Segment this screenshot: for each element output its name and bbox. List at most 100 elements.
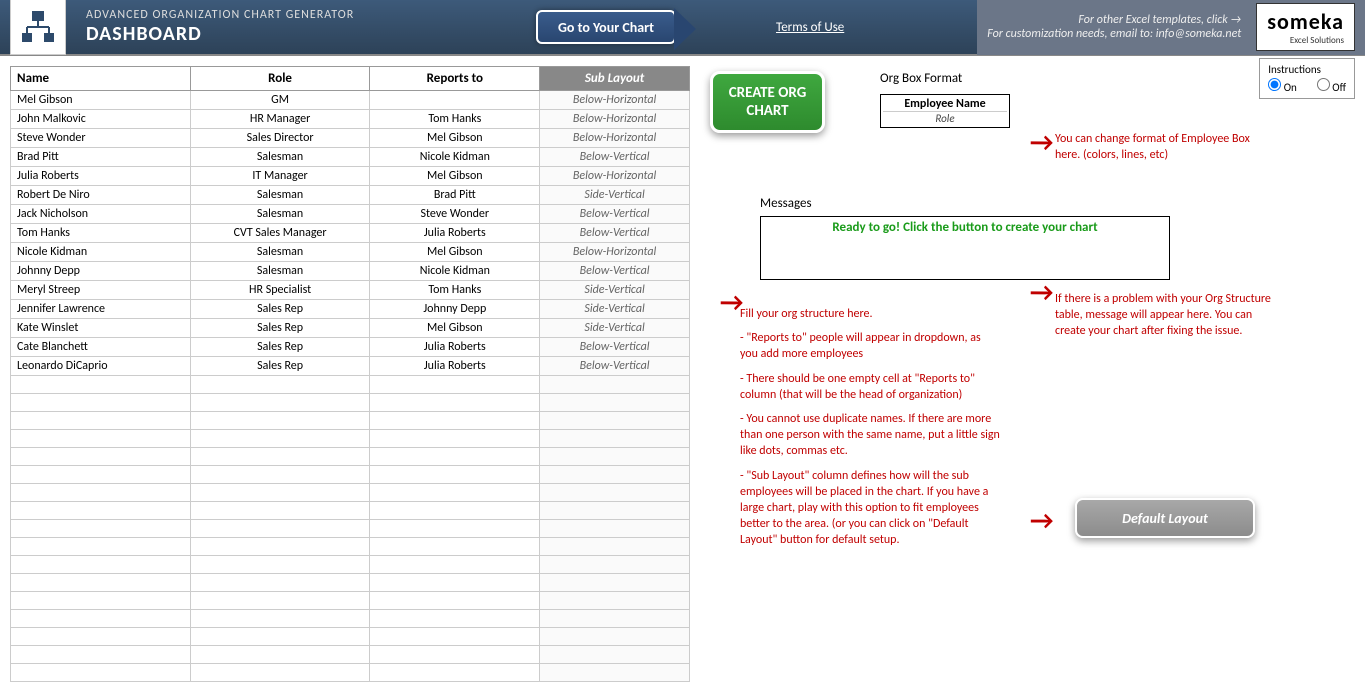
cell-empty[interactable]: [190, 376, 370, 394]
cell-name[interactable]: Tom Hanks: [11, 224, 191, 243]
cell-empty[interactable]: [540, 412, 690, 430]
cell-empty[interactable]: [370, 664, 540, 682]
cell-role[interactable]: Sales Rep: [190, 357, 370, 376]
cell-empty[interactable]: [540, 628, 690, 646]
cell-reports[interactable]: Julia Roberts: [370, 224, 540, 243]
cell-role[interactable]: Sales Director: [190, 129, 370, 148]
table-row-empty[interactable]: [11, 376, 690, 394]
cell-role[interactable]: Salesman: [190, 148, 370, 167]
cell-empty[interactable]: [540, 556, 690, 574]
cell-reports[interactable]: Julia Roberts: [370, 357, 540, 376]
cell-empty[interactable]: [370, 394, 540, 412]
create-org-chart-button[interactable]: CREATE ORG CHART: [710, 71, 825, 133]
cell-empty[interactable]: [540, 466, 690, 484]
table-row[interactable]: Kate WinsletSales RepMel GibsonSide-Vert…: [11, 319, 690, 338]
cell-empty[interactable]: [11, 448, 191, 466]
cell-sublayout[interactable]: Side-Vertical: [540, 300, 690, 319]
cell-empty[interactable]: [540, 664, 690, 682]
cell-empty[interactable]: [11, 610, 191, 628]
cell-empty[interactable]: [11, 556, 191, 574]
table-row-empty[interactable]: [11, 538, 690, 556]
table-row-empty[interactable]: [11, 502, 690, 520]
cell-name[interactable]: Cate Blanchett: [11, 338, 191, 357]
cell-empty[interactable]: [11, 628, 191, 646]
cell-empty[interactable]: [370, 538, 540, 556]
cell-empty[interactable]: [190, 502, 370, 520]
cell-empty[interactable]: [11, 574, 191, 592]
cell-empty[interactable]: [540, 484, 690, 502]
cell-name[interactable]: Julia Roberts: [11, 167, 191, 186]
cell-sublayout[interactable]: Side-Vertical: [540, 319, 690, 338]
cell-reports[interactable]: Nicole Kidman: [370, 148, 540, 167]
cell-empty[interactable]: [370, 556, 540, 574]
table-row[interactable]: Johnny DeppSalesmanNicole KidmanBelow-Ve…: [11, 262, 690, 281]
table-row[interactable]: Cate BlanchettSales RepJulia RobertsBelo…: [11, 338, 690, 357]
org-table[interactable]: Name Role Reports to Sub Layout Mel Gibs…: [10, 66, 690, 682]
cell-empty[interactable]: [190, 448, 370, 466]
table-row-empty[interactable]: [11, 412, 690, 430]
terms-link[interactable]: Terms of Use: [776, 20, 844, 35]
cell-empty[interactable]: [190, 664, 370, 682]
table-row[interactable]: Brad PittSalesmanNicole KidmanBelow-Vert…: [11, 148, 690, 167]
cell-empty[interactable]: [11, 466, 191, 484]
table-row-empty[interactable]: [11, 610, 690, 628]
cell-empty[interactable]: [370, 502, 540, 520]
cell-empty[interactable]: [540, 502, 690, 520]
table-row-empty[interactable]: [11, 628, 690, 646]
cell-sublayout[interactable]: Below-Horizontal: [540, 129, 690, 148]
radio-off[interactable]: [1317, 78, 1330, 91]
cell-sublayout[interactable]: Below-Vertical: [540, 224, 690, 243]
cell-empty[interactable]: [11, 412, 191, 430]
cell-empty[interactable]: [190, 412, 370, 430]
cell-reports[interactable]: Brad Pitt: [370, 186, 540, 205]
cell-empty[interactable]: [11, 376, 191, 394]
cell-sublayout[interactable]: Below-Horizontal: [540, 167, 690, 186]
cell-empty[interactable]: [370, 376, 540, 394]
cell-empty[interactable]: [11, 664, 191, 682]
cell-role[interactable]: Salesman: [190, 262, 370, 281]
table-row-empty[interactable]: [11, 556, 690, 574]
cell-empty[interactable]: [190, 466, 370, 484]
table-row-empty[interactable]: [11, 664, 690, 682]
goto-chart-button[interactable]: Go to Your Chart: [536, 10, 676, 44]
cell-reports[interactable]: Johnny Depp: [370, 300, 540, 319]
cell-empty[interactable]: [540, 538, 690, 556]
cell-sublayout[interactable]: Below-Horizontal: [540, 243, 690, 262]
cell-empty[interactable]: [11, 646, 191, 664]
cell-empty[interactable]: [190, 628, 370, 646]
cell-reports[interactable]: Mel Gibson: [370, 243, 540, 262]
cell-name[interactable]: Nicole Kidman: [11, 243, 191, 262]
cell-role[interactable]: CVT Sales Manager: [190, 224, 370, 243]
table-row-empty[interactable]: [11, 448, 690, 466]
cell-name[interactable]: Kate Winslet: [11, 319, 191, 338]
cell-name[interactable]: Jack Nicholson: [11, 205, 191, 224]
cell-sublayout[interactable]: Side-Vertical: [540, 186, 690, 205]
table-row-empty[interactable]: [11, 592, 690, 610]
table-row[interactable]: Jennifer LawrenceSales RepJohnny DeppSid…: [11, 300, 690, 319]
table-row[interactable]: John MalkovicHR ManagerTom HanksBelow-Ho…: [11, 110, 690, 129]
cell-role[interactable]: Sales Rep: [190, 319, 370, 338]
default-layout-button[interactable]: Default Layout: [1075, 498, 1255, 538]
cell-empty[interactable]: [540, 520, 690, 538]
table-row-empty[interactable]: [11, 466, 690, 484]
cell-empty[interactable]: [190, 574, 370, 592]
cell-empty[interactable]: [190, 520, 370, 538]
cell-empty[interactable]: [540, 646, 690, 664]
cell-sublayout[interactable]: Below-Vertical: [540, 338, 690, 357]
cell-sublayout[interactable]: Below-Vertical: [540, 148, 690, 167]
cell-reports[interactable]: Tom Hanks: [370, 110, 540, 129]
cell-name[interactable]: Leonardo DiCaprio: [11, 357, 191, 376]
cell-empty[interactable]: [540, 448, 690, 466]
cell-role[interactable]: Sales Rep: [190, 300, 370, 319]
table-row[interactable]: Tom HanksCVT Sales ManagerJulia RobertsB…: [11, 224, 690, 243]
table-row-empty[interactable]: [11, 520, 690, 538]
cell-reports[interactable]: Mel Gibson: [370, 129, 540, 148]
table-row[interactable]: Jack NicholsonSalesmanSteve WonderBelow-…: [11, 205, 690, 224]
cell-empty[interactable]: [370, 466, 540, 484]
cell-sublayout[interactable]: Below-Horizontal: [540, 91, 690, 110]
cell-empty[interactable]: [190, 610, 370, 628]
instructions-on[interactable]: On: [1268, 78, 1297, 94]
cell-name[interactable]: Robert De Niro: [11, 186, 191, 205]
table-row[interactable]: Steve WonderSales DirectorMel GibsonBelo…: [11, 129, 690, 148]
cell-role[interactable]: HR Specialist: [190, 281, 370, 300]
